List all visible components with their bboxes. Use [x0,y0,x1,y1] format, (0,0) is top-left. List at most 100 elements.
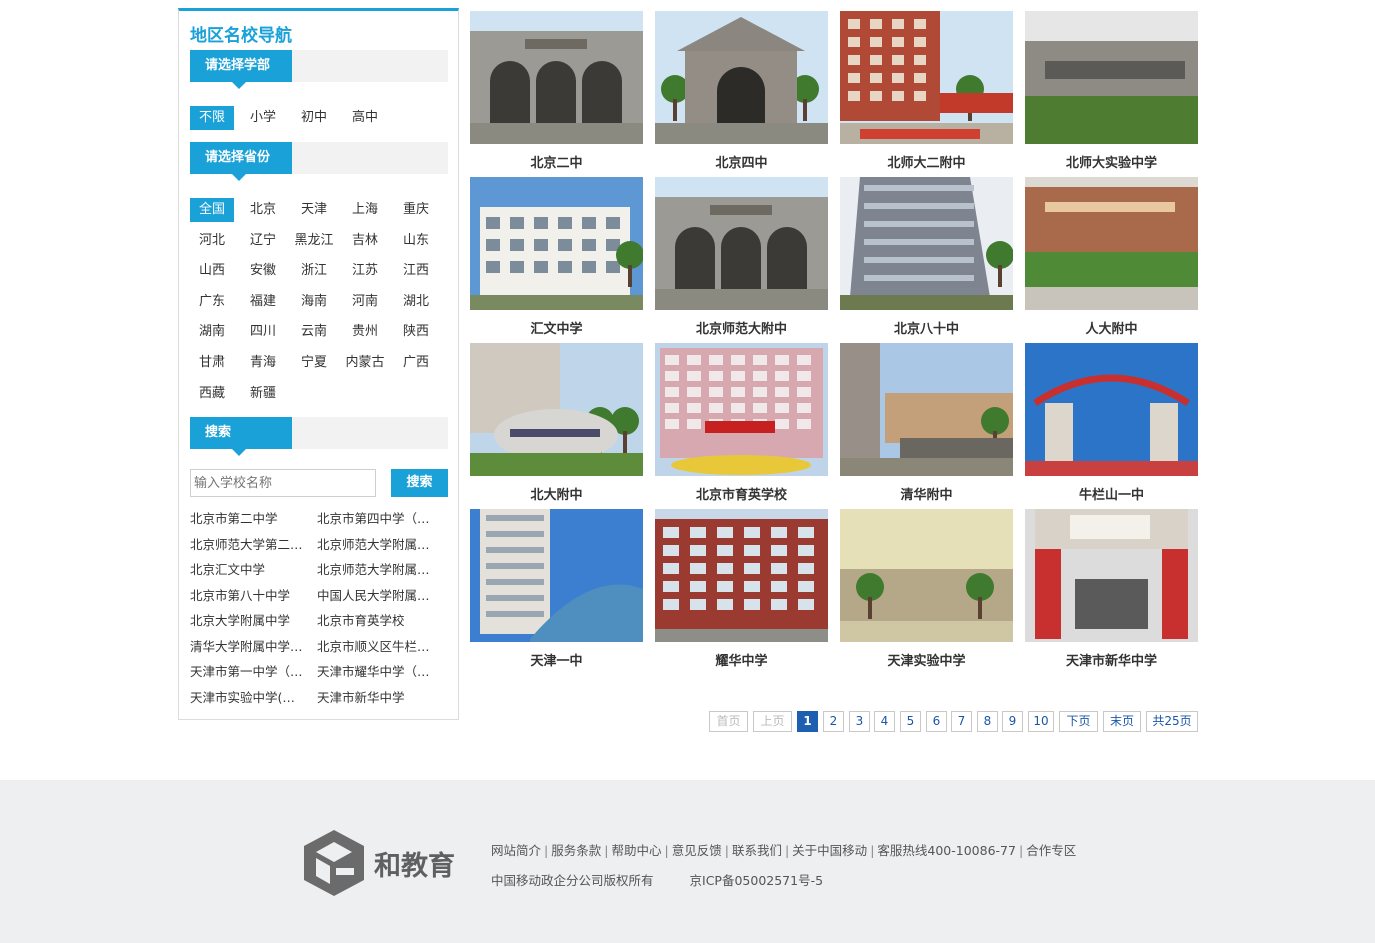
school-name[interactable]: 天津一中 [470,650,643,669]
pager-page[interactable]: 6 [926,711,947,732]
school-link[interactable]: 天津市实验中学(… [190,688,308,708]
footer-link[interactable]: 联系我们 [732,843,782,858]
footer-link[interactable]: 合作专区 [1026,843,1076,858]
province-option[interactable]: 贵州 [343,320,387,344]
province-option[interactable]: 四川 [241,320,285,344]
school-name[interactable]: 人大附中 [1025,318,1198,337]
pager-prev[interactable]: 上页 [753,711,792,732]
school-photo[interactable] [655,509,828,642]
province-option[interactable]: 辽宁 [241,229,285,253]
pager-page[interactable]: 9 [1002,711,1023,732]
school-card[interactable]: 天津实验中学 [840,509,1013,669]
stage-option-primary[interactable]: 小学 [241,106,285,130]
hejiaoyu-logo[interactable]: 和教育 [300,828,470,898]
school-photo[interactable] [840,343,1013,476]
school-link[interactable]: 天津市耀华中学（… [317,662,435,682]
school-link[interactable]: 天津市第一中学（… [190,662,308,682]
province-option[interactable]: 内蒙古 [343,351,387,375]
province-option[interactable]: 宁夏 [292,351,336,375]
school-card[interactable]: 牛栏山一中 [1025,343,1198,503]
province-option[interactable]: 湖北 [394,290,438,314]
school-card[interactable]: 人大附中 [1025,177,1198,337]
school-name[interactable]: 清华附中 [840,484,1013,503]
school-photo[interactable] [655,11,828,144]
school-card[interactable]: 天津一中 [470,509,643,669]
school-card[interactable]: 北京二中 [470,11,643,171]
school-link[interactable]: 北京市顺义区牛栏… [317,637,435,657]
school-photo[interactable] [470,177,643,310]
province-option[interactable]: 山西 [190,259,234,283]
footer-link[interactable]: 意见反馈 [672,843,722,858]
province-option[interactable]: 广西 [394,351,438,375]
footer-link[interactable]: 帮助中心 [611,843,661,858]
stage-option-junior[interactable]: 初中 [292,106,336,130]
province-option[interactable]: 上海 [343,198,387,222]
province-option[interactable]: 云南 [292,320,336,344]
school-card[interactable]: 北京市育英学校 [655,343,828,503]
school-name[interactable]: 北京八十中 [840,318,1013,337]
province-option[interactable]: 江苏 [343,259,387,283]
school-name[interactable]: 牛栏山一中 [1025,484,1198,503]
school-name[interactable]: 北京师范大附中 [655,318,828,337]
school-photo[interactable] [470,343,643,476]
school-name[interactable]: 天津实验中学 [840,650,1013,669]
pager-first[interactable]: 首页 [709,711,748,732]
province-option[interactable]: 黑龙江 [292,229,336,253]
school-photo[interactable] [840,177,1013,310]
school-card[interactable]: 北师大实验中学 [1025,11,1198,171]
school-photo[interactable] [840,11,1013,144]
pager-last[interactable]: 末页 [1103,711,1141,732]
province-option[interactable]: 北京 [241,198,285,222]
school-card[interactable]: 天津市新华中学 [1025,509,1198,669]
school-photo[interactable] [1025,177,1198,310]
school-link[interactable]: 北京汇文中学 [190,560,308,580]
pager-page[interactable]: 8 [977,711,998,732]
school-card[interactable]: 北师大二附中 [840,11,1013,171]
stage-option-all[interactable]: 不限 [190,106,234,130]
province-option[interactable]: 重庆 [394,198,438,222]
school-card[interactable]: 北京师范大附中 [655,177,828,337]
footer-link[interactable]: 关于中国移动 [792,843,867,858]
school-name[interactable]: 北师大实验中学 [1025,152,1198,171]
school-card[interactable]: 北京八十中 [840,177,1013,337]
pager-page[interactable]: 2 [823,711,844,732]
school-name[interactable]: 北京四中 [655,152,828,171]
school-name[interactable]: 北大附中 [470,484,643,503]
school-card[interactable]: 清华附中 [840,343,1013,503]
school-card[interactable]: 北大附中 [470,343,643,503]
school-photo[interactable] [840,509,1013,642]
school-link[interactable]: 中国人民大学附属… [317,586,435,606]
province-option[interactable]: 西藏 [190,382,234,406]
province-option[interactable]: 吉林 [343,229,387,253]
school-photo[interactable] [470,509,643,642]
school-link[interactable]: 北京大学附属中学 [190,611,308,631]
province-option[interactable]: 全国 [190,198,234,222]
province-option[interactable]: 江西 [394,259,438,283]
pager-page[interactable]: 7 [951,711,972,732]
footer-link[interactable]: 客服热线400-10086-77 [877,843,1016,858]
search-button[interactable]: 搜索 [391,469,448,497]
school-name[interactable]: 北师大二附中 [840,152,1013,171]
province-option[interactable]: 海南 [292,290,336,314]
province-option[interactable]: 安徽 [241,259,285,283]
pager-page[interactable]: 5 [900,711,921,732]
school-name[interactable]: 北京市育英学校 [655,484,828,503]
school-card[interactable]: 汇文中学 [470,177,643,337]
school-link[interactable]: 北京市第二中学 [190,509,308,529]
province-option[interactable]: 浙江 [292,259,336,283]
school-photo[interactable] [1025,11,1198,144]
school-photo[interactable] [655,343,828,476]
pager-page[interactable]: 10 [1028,711,1054,732]
school-link[interactable]: 北京市育英学校 [317,611,435,631]
school-photo[interactable] [470,11,643,144]
pager-page[interactable]: 4 [874,711,895,732]
school-search-input[interactable] [190,469,376,497]
school-card[interactable]: 北京四中 [655,11,828,171]
province-option[interactable]: 广东 [190,290,234,314]
pager-next[interactable]: 下页 [1059,711,1098,732]
pager-page[interactable]: 3 [849,711,870,732]
school-photo[interactable] [655,177,828,310]
province-option[interactable]: 天津 [292,198,336,222]
stage-option-senior[interactable]: 高中 [343,106,387,130]
school-name[interactable]: 北京二中 [470,152,643,171]
